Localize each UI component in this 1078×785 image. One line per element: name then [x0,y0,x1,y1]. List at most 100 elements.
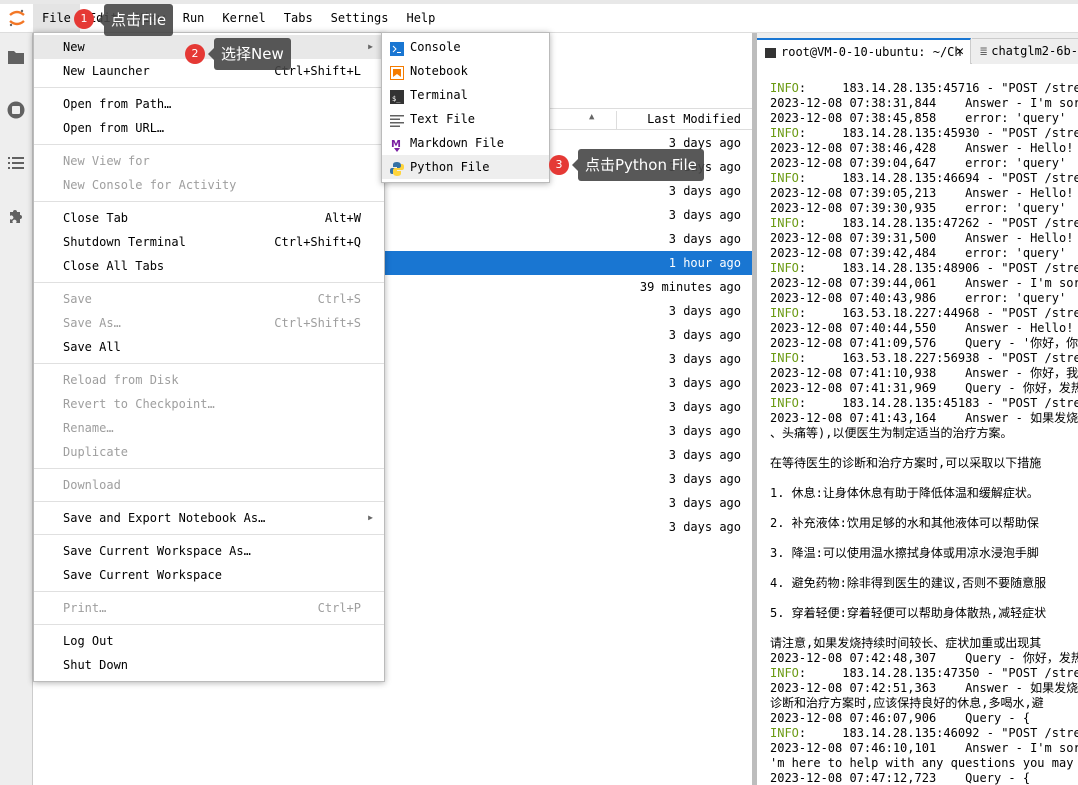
menu-item-shut-down[interactable]: Shut Down [34,653,384,677]
menu-item-save-current-workspace-as[interactable]: Save Current Workspace As… [34,539,384,563]
terminal-line: 在等待医生的诊断和治疗方案时,可以采取以下措施 [770,456,1042,470]
menu-item-label: Save Current Workspace [63,568,222,582]
submenu-item-markdown-file[interactable]: M Markdown File [382,131,549,155]
menu-divider [34,201,384,202]
folder-icon[interactable] [6,47,26,67]
new-submenu: Console Notebook $_ Terminal Text File M Markd… [381,32,550,183]
menu-item-label: Save As… [63,316,121,330]
menu-divider [34,468,384,469]
menu-item-shortcut: Ctrl+Shift+S [274,316,361,330]
menu-item-label: Revert to Checkpoint… [63,397,215,411]
menu-item-save[interactable]: Save Ctrl+S [34,287,384,311]
terminal-line: INFO: 183.14.28.135:48906 - "POST /strea [770,261,1078,275]
python-icon [390,160,404,176]
menu-item-label: Download [63,478,121,492]
menu-item-save-current-workspace[interactable]: Save Current Workspace [34,563,384,587]
submenu-item-label: Notebook [410,64,468,78]
menu-item-open-from-path[interactable]: Open from Path… [34,92,384,116]
menu-item-revert-to-checkpoint[interactable]: Revert to Checkpoint… [34,392,384,416]
info-tag: INFO [770,171,799,185]
menu-item-label: New Console for Activity [63,178,237,192]
menu-run[interactable]: Run [174,4,214,33]
menu-item-label: New [63,40,85,54]
terminal-line: 2023-12-08 07:41:09,576 Query - '你好，你 [770,336,1078,350]
menu-item-label: Close Tab [63,211,129,225]
last-modified: 1 hour ago [668,256,741,270]
info-tag: INFO [770,666,799,680]
menu-file[interactable]: File [33,3,80,33]
submenu-item-terminal[interactable]: $_ Terminal [382,83,549,107]
terminal-line: 请注意,如果发烧持续时间较长、症状加重或出现其 [770,636,1042,650]
info-tag: INFO [770,216,799,230]
menu-divider [34,363,384,364]
menu-item-rename[interactable]: Rename… [34,416,384,440]
tab-label: chatglm2-6b- [991,44,1078,58]
submenu-item-console[interactable]: Console [382,35,549,59]
menu-item-shortcut: Ctrl+Shift+Q [274,235,361,249]
text-file-icon [390,112,404,127]
menu-item-new-console-for-activity[interactable]: New Console for Activity [34,173,384,197]
last-modified: 39 minutes ago [639,280,741,294]
jupyter-logo-icon[interactable] [0,4,33,33]
terminal-panel[interactable]: root@VM-0-10-ubuntu: ~/Ch ✕ ≣ chatglm2-6b… [757,33,1078,785]
menu-item-duplicate[interactable]: Duplicate [34,440,384,464]
menu-item-log-out[interactable]: Log Out [34,629,384,653]
menu-item-new-launcher[interactable]: New Launcher Ctrl+Shift+L [34,59,384,83]
menu-item-close-all-tabs[interactable]: Close All Tabs [34,254,384,278]
menu-settings[interactable]: Settings [322,4,398,33]
last-modified: 3 days ago [668,328,741,342]
menu-item-label: Shut Down [63,658,129,672]
last-modified: 3 days ago [668,376,741,390]
step-tooltip: 点击Python File [572,149,704,181]
menu-item-download[interactable]: Download [34,473,384,497]
chevron-right-icon: ▶ [368,42,373,51]
menu-item-label: New Launcher [63,64,150,78]
submenu-item-python-file[interactable]: Python File [382,155,549,179]
terminal-line: 2023-12-08 07:41:43,164 Answer - 如果发烧 [770,411,1078,425]
terminal-line: 2023-12-08 07:39:42,484 error: 'query' [770,246,1067,260]
column-last-modified[interactable]: Last Modified [647,112,741,126]
menu-kernel[interactable]: Kernel [213,4,274,33]
menu-divider [34,282,384,283]
step-badge: 3 [549,155,569,175]
file-menu: New ▶ New Launcher Ctrl+Shift+L Open from Pa… [33,32,385,682]
tab-bar: root@VM-0-10-ubuntu: ~/Ch ✕ ≣ chatglm2-6b… [757,33,1078,64]
last-modified: 3 days ago [668,304,741,318]
last-modified: 3 days ago [668,400,741,414]
close-icon[interactable]: ✕ [956,40,964,64]
menu-divider [34,87,384,88]
menu-item-save-as[interactable]: Save As… Ctrl+Shift+S [34,311,384,335]
step-tooltip: 选择New [208,38,291,70]
tab-text-file[interactable]: ≣ chatglm2-6b- [972,38,1078,64]
menu-item-print[interactable]: Print… Ctrl+P [34,596,384,620]
extension-icon[interactable] [6,206,26,226]
console-icon [390,40,404,56]
terminal-line: 2023-12-08 07:40:44,550 Answer - Hello! … [770,321,1078,335]
menu-item-save-and-export-notebook-as[interactable]: Save and Export Notebook As… ▶ [34,506,384,530]
menu-item-new-view-for[interactable]: New View for [34,149,384,173]
menu-item-open-from-url[interactable]: Open from URL… [34,116,384,140]
last-modified: 3 days ago [668,496,741,510]
terminal-line: 1. 休息:让身体休息有助于降低体温和缓解症状。 [770,486,1039,500]
tab-terminal[interactable]: root@VM-0-10-ubuntu: ~/Ch ✕ [757,38,971,64]
running-icon[interactable] [6,100,26,120]
menu-item-save-all[interactable]: Save All [34,335,384,359]
sort-ascending-icon[interactable]: ▲ [589,112,594,122]
menu-tabs[interactable]: Tabs [275,4,322,33]
menu-item-reload-from-disk[interactable]: Reload from Disk [34,368,384,392]
menu-item-label: Open from Path… [63,97,172,111]
menu-item-close-tab[interactable]: Close Tab Alt+W [34,206,384,230]
terminal-line: 2023-12-08 07:42:48,307 Query - 你好，发热 [770,651,1078,665]
toc-icon[interactable] [6,153,26,173]
markdown-icon: M [390,136,404,152]
submenu-item-notebook[interactable]: Notebook [382,59,549,83]
column-divider[interactable] [616,111,617,129]
menu-item-shutdown-terminal[interactable]: Shutdown Terminal Ctrl+Shift+Q [34,230,384,254]
submenu-item-text-file[interactable]: Text File [382,107,549,131]
info-tag: INFO [770,261,799,275]
menu-help[interactable]: Help [397,4,444,33]
terminal-line: INFO: 183.14.28.135:47262 - "POST /strea [770,216,1078,230]
